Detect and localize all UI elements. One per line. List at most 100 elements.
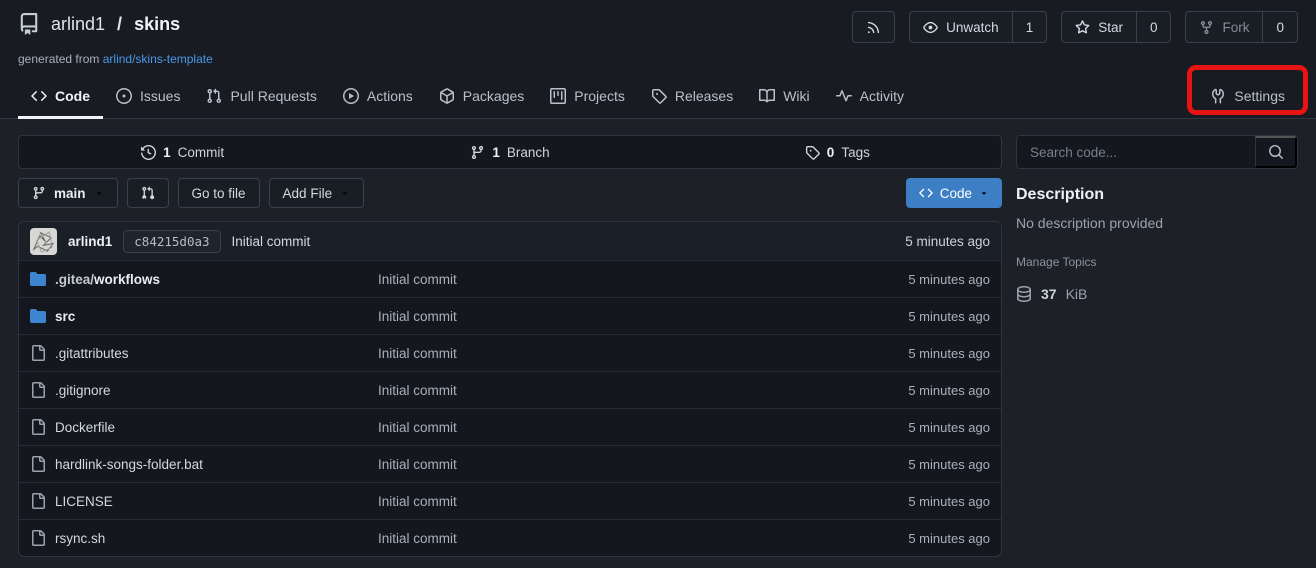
- file-list: .gitea/workflows Initial commit 5 minutes …: [19, 260, 1001, 556]
- repo-nav: Code Issues Pull Requests Actions Packag…: [18, 76, 1298, 118]
- eye-icon: [923, 20, 938, 35]
- file-commit-message[interactable]: Initial commit: [378, 309, 457, 324]
- rss-icon: [866, 20, 881, 35]
- package-icon: [439, 88, 455, 104]
- repo-name-link[interactable]: skins: [134, 14, 180, 35]
- file-row: hardlink-songs-folder.batInitial commit5…: [19, 445, 1001, 482]
- repo-icon: [18, 13, 40, 35]
- commit-count: 1: [163, 145, 171, 160]
- tab-issues[interactable]: Issues: [103, 76, 193, 119]
- star-button-group: Star 0: [1061, 11, 1171, 43]
- tab-label: Packages: [463, 88, 524, 104]
- tab-releases[interactable]: Releases: [638, 76, 746, 119]
- tags-stat[interactable]: 0 Tags: [674, 136, 1001, 168]
- file-name-link[interactable]: .gitea/workflows: [55, 272, 160, 287]
- repo-header: arlind1 / skins Unwatch 1: [0, 0, 1316, 119]
- go-to-file-button[interactable]: Go to file: [178, 178, 260, 208]
- fork-button[interactable]: Fork: [1186, 12, 1262, 42]
- file-commit-message[interactable]: Initial commit: [378, 457, 457, 472]
- rss-button-group: [852, 11, 895, 43]
- branch-icon: [470, 145, 485, 160]
- file-row: rsync.shInitial commit5 minutes ago: [19, 519, 1001, 556]
- git-compare-icon: [141, 186, 155, 200]
- tab-label: Projects: [574, 88, 625, 104]
- file-commit-message[interactable]: Initial commit: [378, 494, 457, 509]
- file-icon: [30, 456, 46, 472]
- file-commit-time: 5 minutes ago: [908, 346, 990, 361]
- tab-actions[interactable]: Actions: [330, 76, 426, 119]
- file-name-link[interactable]: Dockerfile: [55, 420, 115, 435]
- commits-stat[interactable]: 1 Commit: [19, 136, 346, 168]
- tab-code[interactable]: Code: [18, 76, 103, 119]
- code-download-button[interactable]: Code: [906, 178, 1002, 208]
- file-commit-message[interactable]: Initial commit: [378, 346, 457, 361]
- star-button[interactable]: Star: [1062, 12, 1136, 42]
- watch-count[interactable]: 1: [1012, 12, 1047, 42]
- tab-pull-requests[interactable]: Pull Requests: [193, 76, 329, 119]
- file-name-link[interactable]: .gitignore: [55, 383, 111, 398]
- project-icon: [550, 88, 566, 104]
- branch-selector[interactable]: main: [18, 178, 118, 208]
- repo-sidebar: Description No description provided Mana…: [1016, 135, 1298, 302]
- file-row: LICENSE Initial commit 5 minutes ago: [19, 482, 1001, 519]
- repo-size-unit: KiB: [1066, 286, 1088, 302]
- tab-packages[interactable]: Packages: [426, 76, 537, 119]
- file-row: .gitea/workflows Initial commit 5 minutes …: [19, 260, 1001, 297]
- file-name-link[interactable]: rsync.sh: [55, 531, 105, 546]
- fork-count[interactable]: 0: [1262, 12, 1297, 42]
- file-name-link[interactable]: hardlink-songs-folder.bat: [55, 457, 203, 472]
- watch-button-group: Unwatch 1: [909, 11, 1047, 43]
- commit-hash-badge[interactable]: c84215d0a3: [123, 230, 220, 253]
- file-commit-time: 5 minutes ago: [908, 494, 990, 509]
- file-row: src Initial commit 5 minutes ago: [19, 297, 1001, 334]
- unwatch-label: Unwatch: [946, 20, 999, 35]
- chevron-down-icon: [979, 188, 989, 198]
- fork-icon: [1199, 20, 1214, 35]
- branch-count: 1: [492, 145, 500, 160]
- tab-projects[interactable]: Projects: [537, 76, 638, 119]
- file-commit-time: 5 minutes ago: [908, 272, 990, 287]
- search-submit-button[interactable]: [1255, 136, 1297, 168]
- tab-label: Actions: [367, 88, 413, 104]
- file-name-link[interactable]: LICENSE: [55, 494, 113, 509]
- file-commit-message[interactable]: Initial commit: [378, 383, 457, 398]
- template-repo-link[interactable]: arlind/skins-template: [103, 52, 213, 66]
- code-icon: [919, 186, 933, 200]
- file-commit-message[interactable]: Initial commit: [378, 272, 457, 287]
- manage-topics-link[interactable]: Manage Topics: [1016, 255, 1298, 269]
- file-icon: [30, 493, 46, 509]
- file-commit-message[interactable]: Initial commit: [378, 531, 457, 546]
- repo-owner-link[interactable]: arlind1: [51, 14, 105, 35]
- go-to-file-label: Go to file: [192, 186, 246, 201]
- commit-author-name[interactable]: arlind1: [68, 234, 112, 249]
- tab-wiki[interactable]: Wiki: [746, 76, 822, 119]
- branches-stat[interactable]: 1 Branch: [346, 136, 673, 168]
- book-icon: [759, 88, 775, 104]
- issue-icon: [116, 88, 132, 104]
- rss-button[interactable]: [853, 12, 894, 42]
- file-commit-time: 5 minutes ago: [908, 309, 990, 324]
- folder-icon: [30, 308, 46, 324]
- code-icon: [31, 88, 47, 104]
- chevron-down-icon: [340, 188, 350, 198]
- folder-icon: [30, 271, 46, 287]
- file-name-link[interactable]: .gitattributes: [55, 346, 129, 361]
- commit-author-avatar[interactable]: [30, 228, 57, 255]
- tab-activity[interactable]: Activity: [823, 76, 917, 119]
- tag-icon: [651, 88, 667, 104]
- unwatch-button[interactable]: Unwatch: [910, 12, 1012, 42]
- commit-message-link[interactable]: Initial commit: [232, 234, 311, 249]
- compare-button[interactable]: [127, 178, 169, 208]
- file-name-link[interactable]: src: [55, 309, 75, 324]
- code-button-label: Code: [940, 186, 972, 201]
- tab-settings[interactable]: Settings: [1197, 76, 1298, 119]
- generated-from-line: generated from arlind/skins-template: [18, 52, 1298, 70]
- star-count[interactable]: 0: [1136, 12, 1171, 42]
- add-file-button[interactable]: Add File: [269, 178, 365, 208]
- file-commit-message[interactable]: Initial commit: [378, 420, 457, 435]
- database-icon: [1016, 286, 1032, 302]
- description-heading: Description: [1016, 186, 1298, 204]
- pulse-icon: [836, 88, 852, 104]
- search-code-input[interactable]: [1017, 136, 1255, 168]
- star-label: Star: [1098, 20, 1123, 35]
